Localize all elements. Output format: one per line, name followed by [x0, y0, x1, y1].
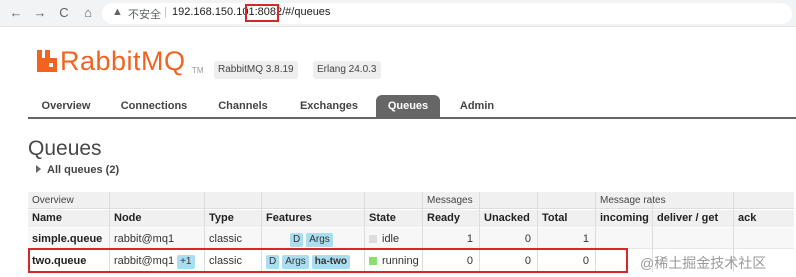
col-incoming[interactable]: incoming	[596, 210, 652, 227]
url-separator: |	[164, 6, 167, 18]
col-total[interactable]: Total	[538, 210, 595, 227]
queue-state: idle	[365, 228, 422, 250]
col-features[interactable]: Features	[262, 210, 364, 227]
watermark: @稀土掘金技术社区	[640, 255, 767, 271]
insecure-label[interactable]: 不安全	[128, 6, 161, 22]
col-unacked[interactable]: Unacked	[480, 210, 537, 227]
unacked-count: 0	[524, 233, 531, 245]
tabs-underline	[28, 117, 796, 119]
back-icon[interactable]: ←	[8, 5, 24, 21]
version-badge: RabbitMQ 3.8.19	[214, 61, 298, 79]
page-title: Queues	[28, 137, 102, 160]
col-deliver-get[interactable]: deliver / get	[653, 210, 733, 227]
ready-count: 1	[466, 233, 473, 245]
total-count: 1	[582, 233, 589, 245]
all-queues-toggle[interactable]: All queues (2)	[36, 164, 119, 176]
erlang-badge: Erlang 24.0.3	[313, 61, 381, 79]
col-type[interactable]: Type	[205, 210, 261, 227]
tab-overview[interactable]: Overview	[30, 95, 102, 118]
expand-triangle-icon	[36, 165, 41, 173]
group-message-rates: Message rates	[596, 192, 794, 209]
forward-icon[interactable]: →	[32, 5, 48, 21]
address-bar[interactable]: ▲ 不安全 | 192.168.150.101:8082/#/queues	[102, 3, 792, 24]
all-queues-label: All queues (2)	[47, 164, 120, 176]
browser-toolbar: ← → C ⌂ ▲ 不安全 | 192.168.150.101:8082/#/q…	[0, 0, 796, 27]
queue-type: classic	[209, 233, 243, 245]
tab-queues[interactable]: Queues	[376, 95, 440, 118]
queue-name-link[interactable]: simple.queue	[28, 228, 109, 250]
col-ack[interactable]: ack	[734, 210, 794, 227]
port-highlight-box	[245, 4, 279, 22]
tab-admin[interactable]: Admin	[450, 95, 504, 118]
home-icon[interactable]: ⌂	[80, 5, 96, 21]
group-overview: Overview	[28, 192, 422, 209]
col-ready[interactable]: Ready	[423, 210, 479, 227]
col-name[interactable]: Name	[28, 210, 109, 227]
row-highlight-box	[28, 248, 628, 273]
col-node[interactable]: Node	[110, 210, 204, 227]
state-label: idle	[382, 233, 400, 245]
warning-icon: ▲	[112, 6, 123, 18]
queue-features: D Args	[286, 228, 364, 250]
col-state[interactable]: State	[365, 210, 422, 227]
rabbit-logo-icon	[37, 50, 57, 72]
tab-channels[interactable]: Channels	[210, 95, 276, 118]
reload-icon[interactable]: C	[56, 5, 72, 21]
logo-trademark: TM	[192, 66, 204, 75]
queue-node: rabbit@mq1	[114, 233, 175, 245]
tab-connections[interactable]: Connections	[114, 95, 194, 118]
feature-args-tag[interactable]: Args	[306, 233, 333, 247]
state-idle-icon	[369, 235, 377, 243]
tab-exchanges[interactable]: Exchanges	[292, 95, 366, 118]
logo-text: RabbitMQ	[60, 46, 186, 76]
group-messages: Messages	[423, 192, 595, 209]
feature-durable-tag: D	[290, 233, 304, 247]
